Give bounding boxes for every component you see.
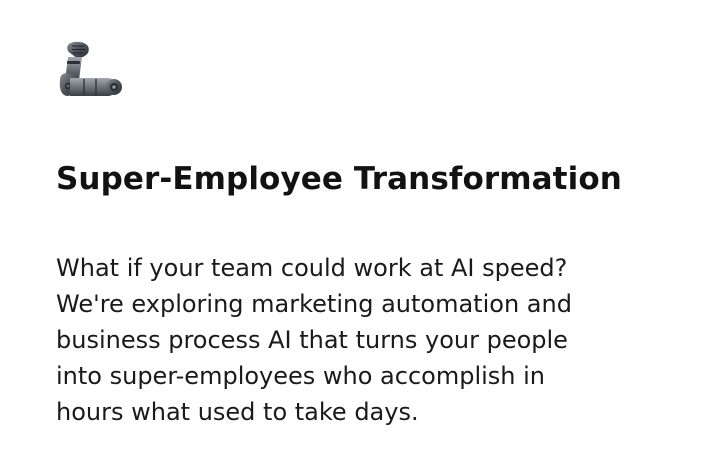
card-description: What if your team could work at AI speed… <box>56 250 656 430</box>
description-line: We're exploring marketing automation and <box>56 290 572 318</box>
description-line: hours what used to take days. <box>56 398 419 426</box>
description-line: into super-employees who accomplish in <box>56 362 546 390</box>
feature-card: Super-Employee Transformation What if yo… <box>0 0 712 474</box>
mechanical-arm-icon <box>56 40 126 110</box>
description-line: What if your team could work at AI speed… <box>56 254 568 282</box>
card-title: Super-Employee Transformation <box>56 161 622 197</box>
description-line: business process AI that turns your peop… <box>56 326 568 354</box>
